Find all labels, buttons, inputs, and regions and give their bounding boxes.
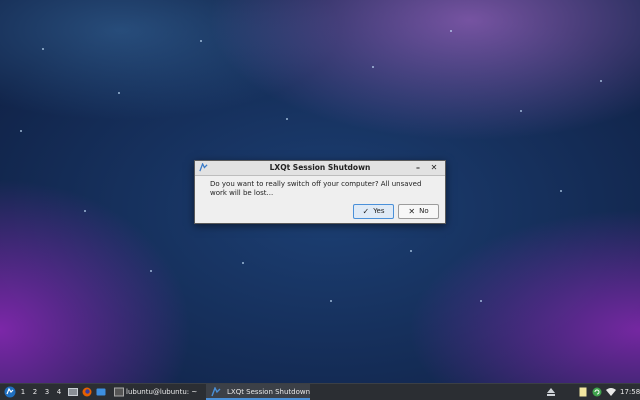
lxqt-icon (211, 387, 221, 397)
file-manager-icon[interactable] (96, 387, 106, 397)
wifi-icon[interactable] (606, 387, 616, 397)
wallpaper-star (42, 48, 44, 50)
workspace-3[interactable]: 3 (42, 384, 52, 400)
wallpaper-star (372, 66, 374, 68)
wallpaper-star (450, 30, 452, 32)
no-label: No (419, 207, 429, 215)
task-label: LXQt Session Shutdown (227, 388, 311, 396)
taskbar: 1 2 3 4 lubuntu@lubuntu: ~ LXQt Session … (0, 383, 640, 400)
no-button[interactable]: ✕ No (398, 204, 439, 219)
yes-button[interactable]: ✓ Yes (353, 204, 394, 219)
wallpaper-star (242, 262, 244, 264)
dialog-titlebar[interactable]: LXQt Session Shutdown – ✕ (195, 161, 445, 176)
yes-label: Yes (373, 207, 385, 215)
cross-icon: ✕ (408, 207, 416, 216)
task-terminal[interactable]: lubuntu@lubuntu: ~ (126, 384, 197, 400)
lxqt-icon (199, 163, 208, 172)
close-button[interactable]: ✕ (427, 161, 441, 175)
workspace-2[interactable]: 2 (30, 384, 40, 400)
workspace-4[interactable]: 4 (54, 384, 64, 400)
minimize-button[interactable]: – (411, 161, 425, 175)
wallpaper-star (118, 92, 120, 94)
wallpaper-star (150, 270, 152, 272)
terminal-icon (114, 387, 124, 397)
wallpaper-star (600, 80, 602, 82)
notes-icon[interactable] (578, 387, 588, 397)
wallpaper-star (560, 190, 562, 192)
dialog-title: LXQt Session Shutdown (269, 163, 371, 172)
wallpaper-star (410, 250, 412, 252)
shutdown-dialog: LXQt Session Shutdown – ✕ Do you want to… (194, 160, 446, 224)
task-session-shutdown[interactable]: LXQt Session Shutdown (206, 384, 310, 400)
check-icon: ✓ (362, 207, 370, 216)
firefox-icon[interactable] (82, 387, 92, 397)
wallpaper-star (480, 300, 482, 302)
wallpaper-star (520, 110, 522, 112)
clock[interactable]: 17:58 (620, 384, 640, 400)
wallpaper-star (20, 130, 22, 132)
workspace-1[interactable]: 1 (18, 384, 28, 400)
wallpaper-star (286, 118, 288, 120)
update-icon[interactable] (592, 387, 602, 397)
show-desktop-icon[interactable] (68, 387, 78, 397)
wallpaper-star (330, 300, 332, 302)
start-menu-icon[interactable] (4, 386, 16, 398)
eject-icon[interactable] (546, 387, 556, 397)
wallpaper-star (200, 40, 202, 42)
dialog-message: Do you want to really switch off your co… (210, 180, 422, 197)
wallpaper-star (84, 210, 86, 212)
